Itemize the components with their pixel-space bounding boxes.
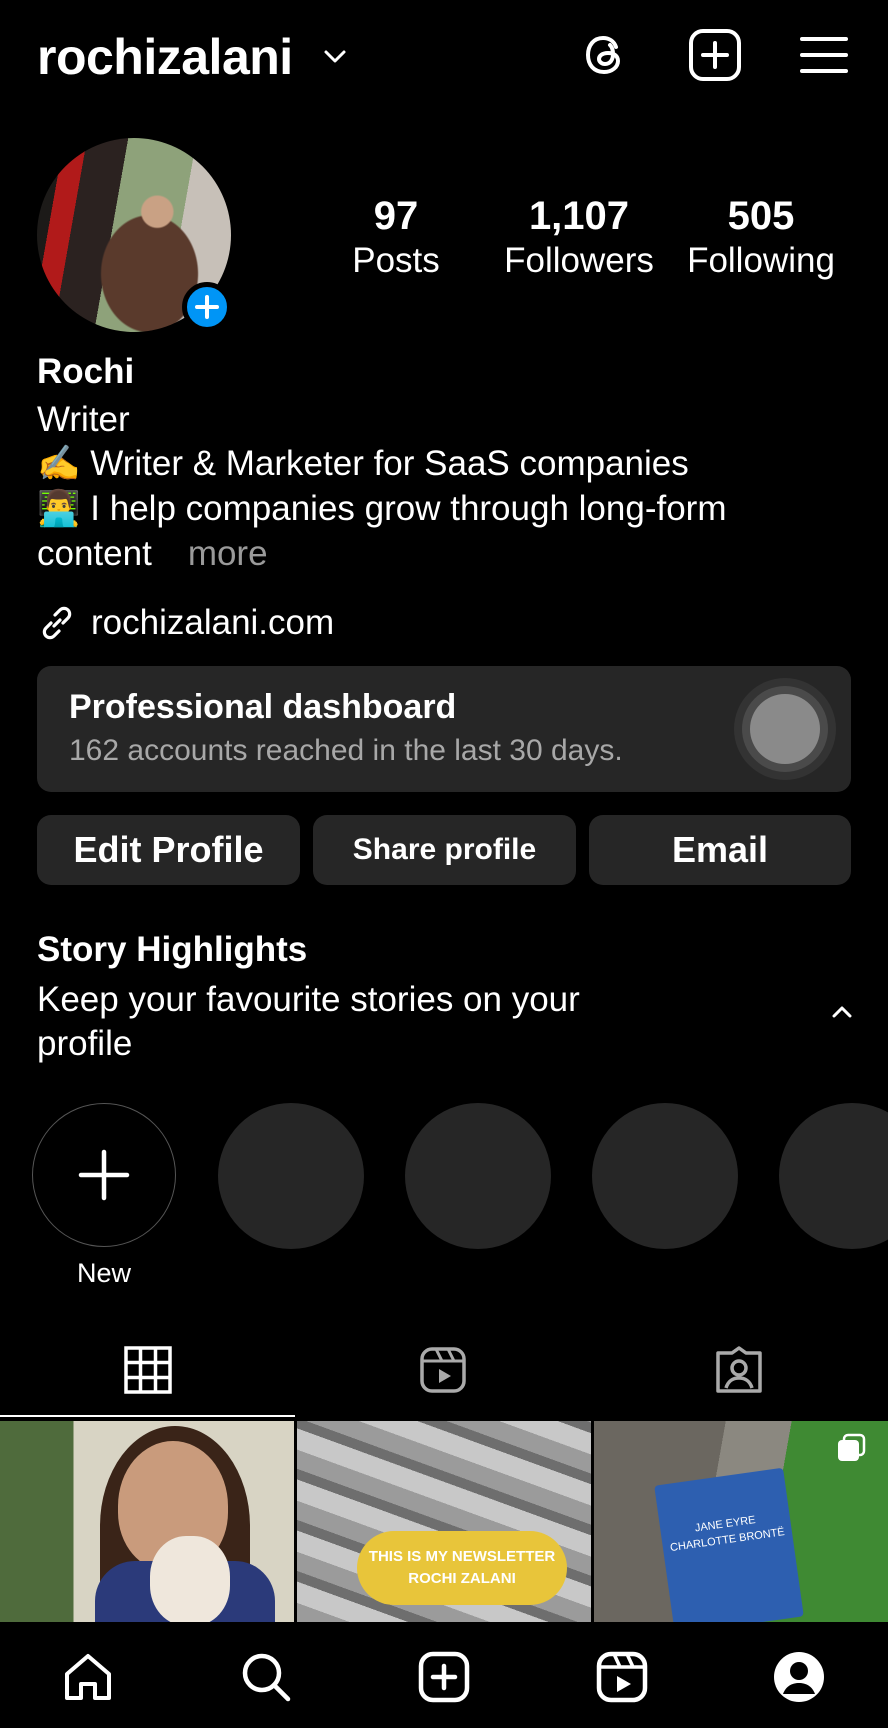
new-highlight-button[interactable]: [32, 1103, 176, 1247]
edit-profile-button[interactable]: Edit Profile: [37, 815, 300, 885]
post-thumbnail[interactable]: [0, 1421, 294, 1622]
followers-count: 1,107: [528, 194, 630, 238]
post-thumbnail[interactable]: THIS IS MY NEWSLETTER ROCHI ZALANI: [297, 1421, 591, 1622]
bio-category: Writer: [37, 400, 130, 439]
display-name: Rochi: [37, 352, 135, 391]
newsletter-line-2: ROCHI ZALANI: [408, 1570, 516, 1587]
menu-icon[interactable]: [796, 27, 852, 83]
newsletter-line-1: THIS IS MY NEWSLETTER: [368, 1548, 556, 1565]
highlight-placeholder: [779, 1103, 888, 1249]
link-icon: [42, 606, 72, 640]
highlight-placeholder: [218, 1103, 364, 1249]
professional-dashboard[interactable]: Professional dashboard 162 accounts reac…: [37, 666, 851, 792]
reels-tab-icon[interactable]: [418, 1345, 468, 1395]
post-thumbnail[interactable]: JANE EYRE CHARLOTTE BRONTË: [594, 1421, 888, 1622]
add-story-button[interactable]: [182, 282, 232, 332]
following-label: Following: [687, 241, 835, 280]
website-link-text: rochizalani.com: [91, 603, 335, 642]
profile-icon[interactable]: [772, 1650, 826, 1704]
bio-more-link[interactable]: more: [188, 534, 268, 573]
story-highlights-subtitle: Keep your favourite stories on your prof…: [37, 980, 580, 1063]
bio-line-1: ✍️ Writer & Marketer for SaaS companies: [37, 444, 689, 483]
email-button[interactable]: Email: [589, 815, 851, 885]
book-cover: JANE EYRE CHARLOTTE BRONTË: [654, 1467, 804, 1622]
posts-count: 97: [373, 194, 419, 238]
active-tab-indicator: [0, 1415, 295, 1417]
search-icon[interactable]: [239, 1650, 293, 1704]
profile-username[interactable]: rochizalani: [37, 28, 293, 86]
website-link[interactable]: rochizalani.com: [37, 601, 334, 645]
dashboard-title: Professional dashboard: [69, 688, 457, 726]
bio-line-3-text: content: [37, 534, 152, 573]
followers-label: Followers: [504, 241, 654, 280]
story-highlights-title: Story Highlights: [37, 930, 308, 969]
book-author: CHARLOTTE BRONTË: [669, 1526, 786, 1555]
home-icon[interactable]: [61, 1650, 115, 1704]
highlight-placeholder: [405, 1103, 551, 1249]
following-stat[interactable]: 505 Following: [678, 193, 844, 283]
plus-icon: [78, 1149, 130, 1201]
tagged-icon[interactable]: [714, 1345, 764, 1395]
threads-icon[interactable]: [578, 27, 634, 83]
dashboard-subtitle: 162 accounts reached in the last 30 days…: [69, 734, 623, 767]
chevron-up-icon[interactable]: [830, 1000, 854, 1024]
posts-stat[interactable]: 97 Posts: [340, 193, 452, 283]
share-profile-button[interactable]: Share profile: [313, 815, 576, 885]
bio-line-3: content more: [37, 532, 268, 576]
create-icon[interactable]: [417, 1650, 471, 1704]
posts-label: Posts: [352, 241, 440, 280]
grid-icon[interactable]: [123, 1345, 173, 1395]
newsletter-badge: THIS IS MY NEWSLETTER ROCHI ZALANI: [357, 1531, 567, 1605]
new-highlight-label: New: [76, 1258, 131, 1288]
followers-stat[interactable]: 1,107 Followers: [496, 193, 662, 283]
bio-line-2: 👨‍💻 I help companies grow through long-f…: [37, 489, 727, 528]
highlight-placeholder: [592, 1103, 738, 1249]
create-post-icon[interactable]: [687, 27, 743, 83]
reels-icon[interactable]: [595, 1650, 649, 1704]
touch-indicator: [750, 694, 820, 764]
multiple-posts-icon: [838, 1433, 866, 1461]
chevron-down-icon[interactable]: [322, 44, 348, 70]
following-count: 505: [727, 194, 795, 238]
plus-icon: [195, 295, 219, 319]
